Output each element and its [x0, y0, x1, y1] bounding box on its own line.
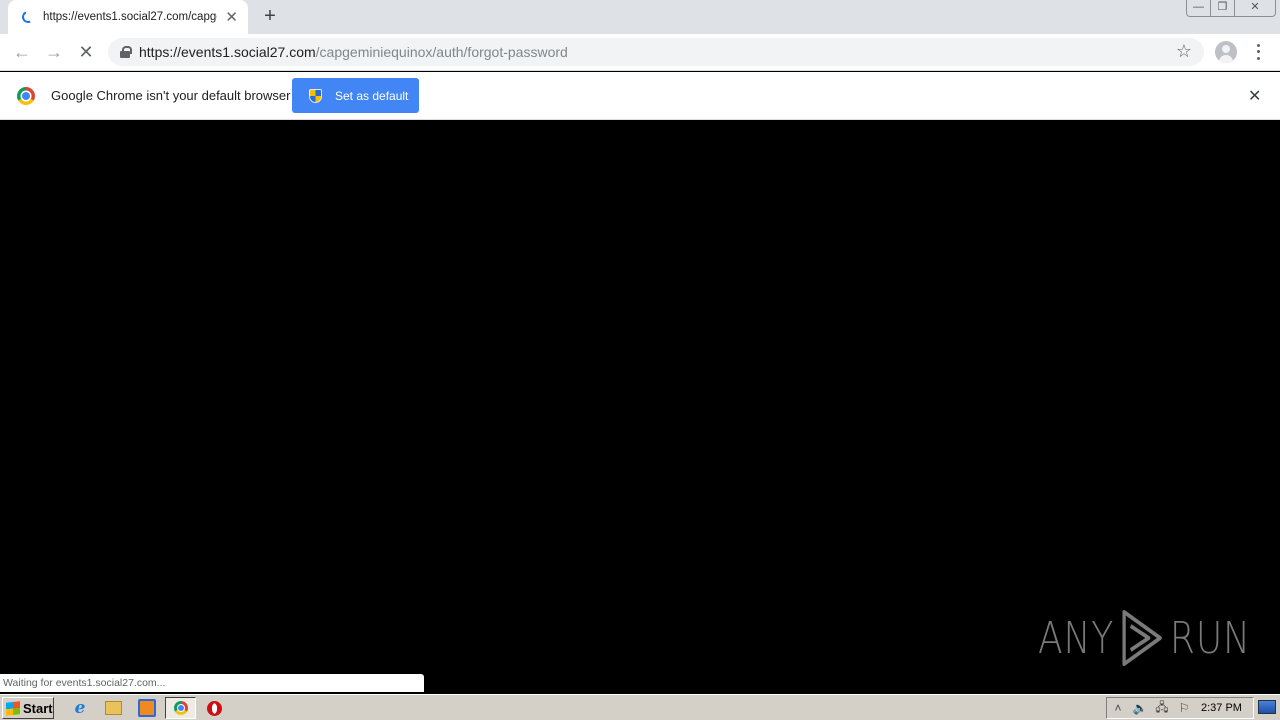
chrome-taskbar-button[interactable]: [165, 697, 196, 719]
tray-expand-icon[interactable]: ˄: [1107, 701, 1129, 715]
address-bar[interactable]: https://events1.social27.com/capgeminieq…: [108, 38, 1204, 66]
new-tab-button[interactable]: +: [259, 5, 281, 27]
infobar-close-button[interactable]: ✕: [1248, 86, 1261, 106]
close-window-button[interactable]: ✕: [1235, 0, 1275, 16]
network-icon[interactable]: 🖧: [1151, 698, 1173, 719]
anyrun-watermark: ANY RUN: [1038, 608, 1251, 668]
watermark-run: RUN: [1169, 612, 1251, 664]
minimize-button[interactable]: —: [1187, 0, 1211, 16]
chrome-logo-icon: [17, 87, 35, 105]
default-browser-infobar: Google Chrome isn't your default browser…: [0, 72, 1280, 120]
chrome-menu-button[interactable]: [1250, 42, 1266, 62]
internet-explorer-icon[interactable]: e: [71, 698, 89, 718]
watermark-any: ANY: [1038, 612, 1115, 664]
clock[interactable]: 2:37 PM: [1201, 702, 1242, 714]
infobar-message: Google Chrome isn't your default browser: [51, 88, 291, 103]
bookmark-star-icon[interactable]: ☆: [1176, 41, 1192, 62]
chrome-icon: [173, 701, 188, 715]
start-button[interactable]: Start: [2, 697, 54, 719]
lock-icon[interactable]: [120, 46, 132, 58]
window-controls: — ❐ ✕: [1186, 0, 1276, 17]
volume-icon[interactable]: 🔈: [1129, 701, 1151, 715]
tab-close-button[interactable]: ✕: [225, 8, 238, 26]
tab-strip: https://events1.social27.com/capgeminieq…: [0, 0, 1280, 34]
action-center-flag-icon[interactable]: ⚐: [1173, 701, 1195, 715]
windows-taskbar: Start e ˄ 🔈 🖧 ⚐ 2:37 PM: [0, 694, 1280, 720]
set-as-default-label: Set as default: [335, 88, 409, 103]
windows-explorer-icon[interactable]: [104, 699, 122, 717]
profile-avatar-icon[interactable]: [1215, 41, 1237, 63]
url-text[interactable]: https://events1.social27.com/capgeminieq…: [139, 44, 568, 60]
system-tray: ˄ 🔈 🖧 ⚐ 2:37 PM: [1106, 697, 1254, 719]
browser-tab-active[interactable]: https://events1.social27.com/capgeminieq…: [8, 0, 248, 34]
status-bubble: Waiting for events1.social27.com...: [0, 674, 424, 692]
loading-spinner-icon: [20, 9, 36, 25]
back-button[interactable]: ←: [10, 40, 34, 64]
media-player-icon[interactable]: [138, 699, 156, 717]
page-content: [0, 120, 1280, 692]
show-desktop-button[interactable]: [1258, 700, 1276, 714]
set-as-default-button[interactable]: Set as default: [292, 78, 419, 113]
stop-loading-button[interactable]: ✕: [74, 40, 98, 64]
restore-button[interactable]: ❐: [1211, 0, 1235, 16]
windows-logo-icon: [6, 700, 20, 716]
tab-title: https://events1.social27.com/capgeminieq…: [43, 11, 217, 23]
start-label: Start: [23, 700, 53, 716]
forward-button[interactable]: →: [42, 40, 66, 64]
anyrun-play-logo-icon: [1122, 610, 1162, 666]
opera-icon[interactable]: [205, 699, 223, 717]
url-path: /capgeminiequinox/auth/forgot-password: [315, 44, 568, 60]
browser-toolbar: ← → ✕ https://events1.social27.com/capge…: [0, 34, 1280, 71]
url-host: https://events1.social27.com: [139, 44, 316, 60]
uac-shield-icon: [309, 88, 322, 103]
